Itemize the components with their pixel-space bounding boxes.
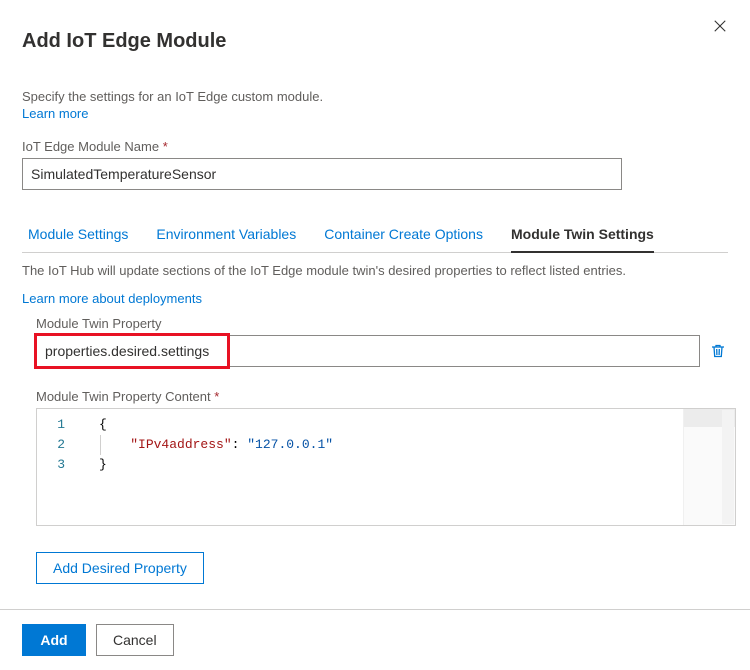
tabs: Module Settings Environment Variables Co… xyxy=(22,218,728,253)
module-name-label: IoT Edge Module Name * xyxy=(22,139,728,154)
close-icon[interactable] xyxy=(708,14,732,38)
editor-scrollbar[interactable] xyxy=(722,410,734,524)
dialog-title: Add IoT Edge Module xyxy=(22,30,728,53)
learn-more-deployments-link[interactable]: Learn more about deployments xyxy=(22,291,202,306)
tab-module-settings[interactable]: Module Settings xyxy=(28,218,128,252)
editor-code[interactable]: { "IPv4address": "127.0.0.1" } xyxy=(75,409,721,525)
editor-gutter: 1 2 3 xyxy=(37,409,75,525)
twin-content-editor[interactable]: 1 2 3 { "IPv4address": "127.0.0.1" } xyxy=(36,408,736,526)
twin-property-input[interactable] xyxy=(36,335,700,367)
add-desired-property-button[interactable]: Add Desired Property xyxy=(36,552,204,584)
dialog-footer: Add Cancel xyxy=(0,609,750,670)
add-iot-edge-module-dialog: Add IoT Edge Module Specify the settings… xyxy=(0,0,750,670)
twin-property-label: Module Twin Property xyxy=(36,316,728,331)
add-button[interactable]: Add xyxy=(22,624,86,656)
module-name-input[interactable] xyxy=(22,158,622,190)
learn-more-link[interactable]: Learn more xyxy=(22,106,88,121)
tab-module-twin-settings[interactable]: Module Twin Settings xyxy=(511,218,654,252)
tab-environment-variables[interactable]: Environment Variables xyxy=(156,218,296,252)
intro-text: Specify the settings for an IoT Edge cus… xyxy=(22,89,728,104)
twin-description: The IoT Hub will update sections of the … xyxy=(22,263,728,278)
twin-content-label: Module Twin Property Content * xyxy=(36,389,728,404)
tab-container-create-options[interactable]: Container Create Options xyxy=(324,218,483,252)
cancel-button[interactable]: Cancel xyxy=(96,624,174,656)
trash-icon[interactable] xyxy=(708,341,728,361)
